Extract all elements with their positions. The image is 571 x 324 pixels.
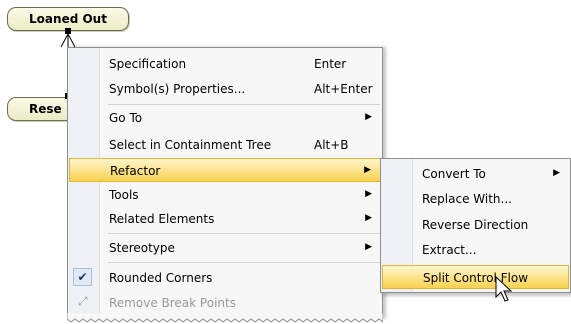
menu-item-select-in-containment-tree[interactable]: Select in Containment Tree Alt+B [69,133,381,157]
submenu-arrow-icon: ▶ [365,213,372,223]
menu-item-specification[interactable]: Specification Enter [69,52,381,76]
menu-item-remove-break-points: ⤢ Remove Break Points [69,291,381,315]
context-menu: Specification Enter Symbol(s) Properties… [67,47,383,319]
menu-item-stereotype[interactable]: Stereotype ▶ [69,236,381,260]
submenu-item-replace-with[interactable]: Replace With... [382,187,569,211]
menu-item-go-to[interactable]: Go To ▶ [69,106,381,130]
menu-item-label: Go To [109,111,143,125]
menu-item-related-elements[interactable]: Related Elements ▶ [69,207,381,231]
submenu-item-extract[interactable]: Extract... [382,238,569,262]
menu-separator [108,233,380,234]
submenu-arrow-icon: ▶ [364,165,371,175]
check-icon: ✔ [73,268,92,286]
menu-item-shortcut: Alt+Enter [314,82,373,96]
menu-separator [108,104,380,105]
break-point-line-icon: ⤢ [78,294,88,308]
menu-item-tools[interactable]: Tools ▶ [69,183,381,207]
submenu-item-reverse-direction[interactable]: Reverse Direction [382,213,569,237]
menu-item-refactor[interactable]: Refactor ▶ [69,158,381,182]
refactor-submenu: Convert To ▶ Replace With... Reverse Dir… [380,158,571,293]
submenu-arrow-icon: ▶ [365,242,372,252]
menu-item-shortcut: Enter [314,57,347,71]
submenu-arrow-icon: ▶ [365,112,372,122]
mouse-pointer-icon [495,276,513,302]
menu-separator [108,262,380,263]
menu-item-label: Specification [109,57,187,71]
menu-item-label: Tools [109,188,139,202]
menu-item-label: Select in Containment Tree [109,138,272,152]
menu-item-label: Rounded Corners [109,271,213,285]
submenu-item-split-control-flow[interactable]: Split Control Flow [382,265,569,289]
menu-item-rounded-corners[interactable]: ✔ Rounded Corners [69,266,381,290]
submenu-arrow-icon: ▶ [365,189,372,199]
menu-item-label: Convert To [422,167,486,181]
menu-torn-edge [67,313,383,323]
submenu-arrow-icon: ▶ [553,168,560,178]
menu-item-symbol-properties[interactable]: Symbol(s) Properties... Alt+Enter [69,77,381,101]
submenu-item-convert-to[interactable]: Convert To ▶ [382,162,569,186]
menu-item-label: Symbol(s) Properties... [109,82,246,96]
menu-item-label: Extract... [422,243,477,257]
menu-item-label: Refactor [110,164,161,178]
menu-item-label: Reverse Direction [422,218,529,232]
menu-item-label: Related Elements [109,212,215,226]
menu-item-label: Stereotype [109,241,175,255]
menu-item-label: Replace With... [422,192,512,206]
menu-item-label: Remove Break Points [109,296,236,310]
menu-item-shortcut: Alt+B [314,138,349,152]
